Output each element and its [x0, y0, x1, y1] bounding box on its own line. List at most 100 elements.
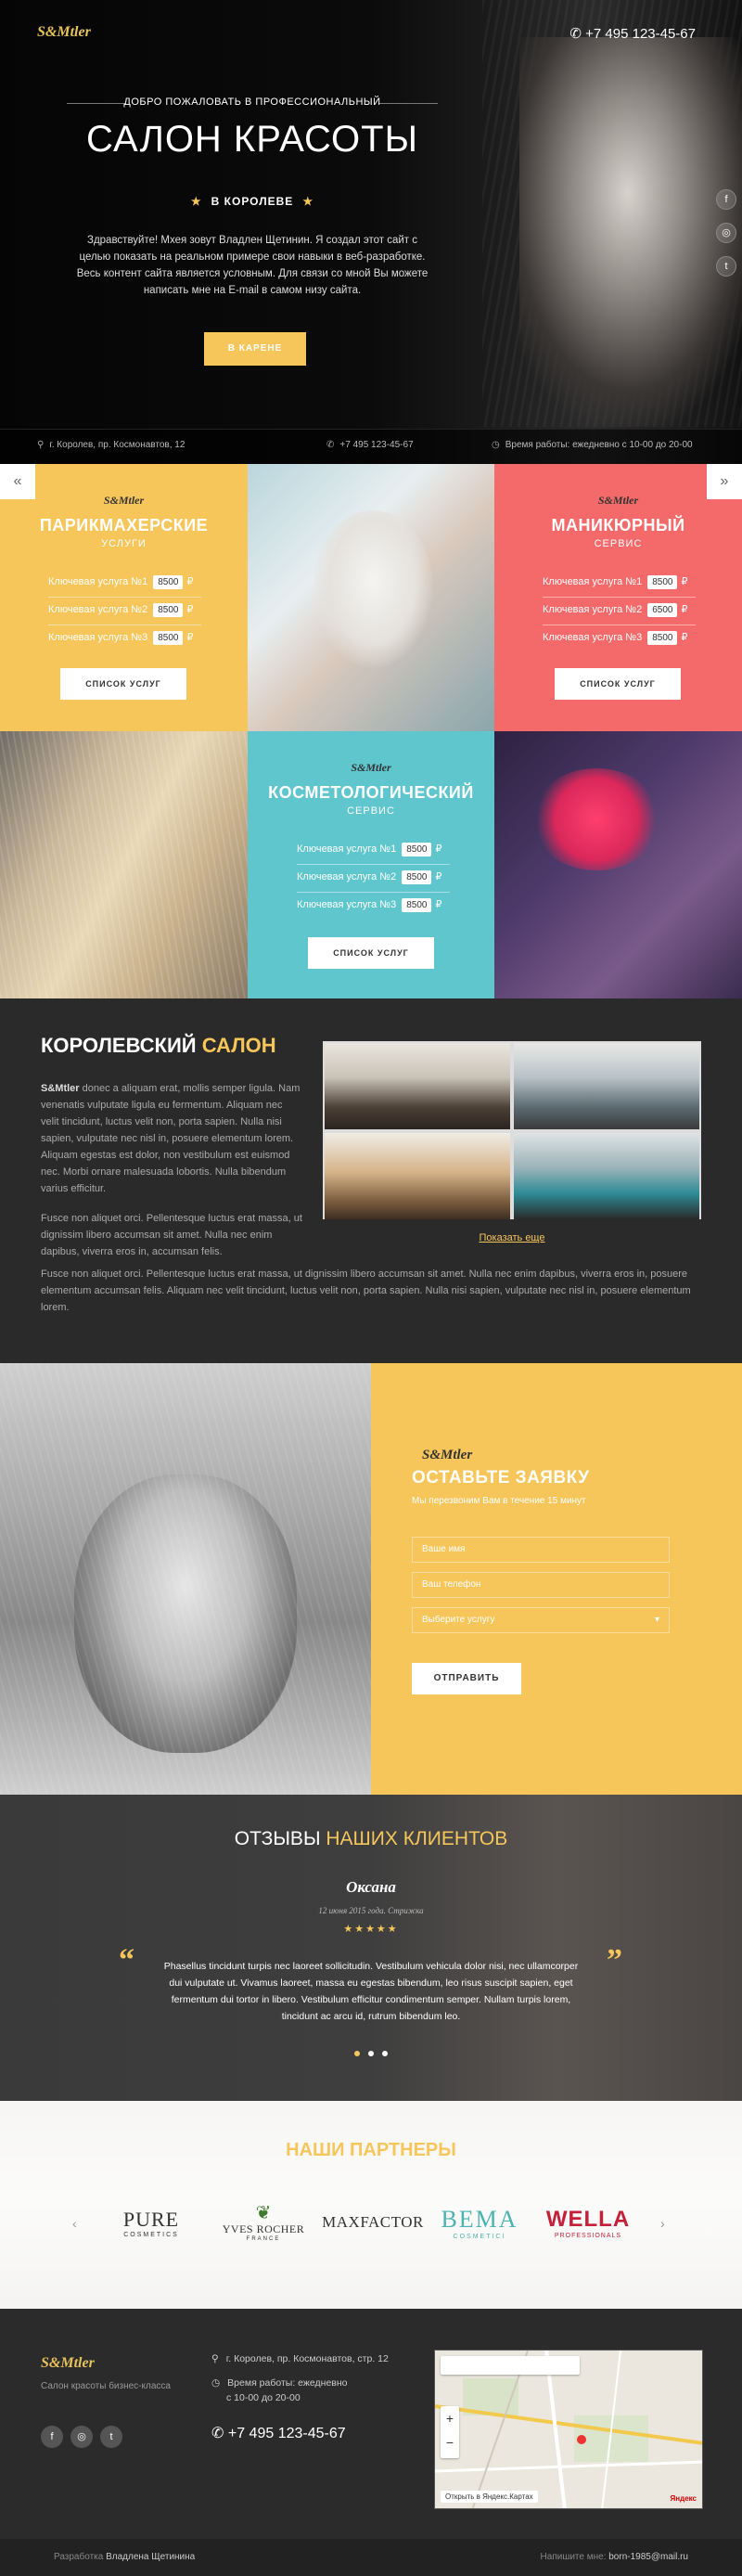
clock-icon: ◷ [211, 2377, 221, 2389]
service-price: 6500 [647, 603, 678, 617]
facebook-icon[interactable]: f [41, 2426, 63, 2448]
review-text: Phasellus tincidunt turpis nec laoreet s… [163, 1961, 579, 2022]
contact-email[interactable]: Напишите мне: born-1985@mail.ru [541, 2552, 688, 2562]
cosmetic-services-button[interactable]: СПИСОК УСЛУГ [308, 937, 434, 969]
hero-intro: Здравствуйте! Мхея зовут Владлен Щетинин… [76, 235, 429, 296]
gallery [323, 1041, 701, 1219]
hero-title: САЛОН КРАСОТЫ [86, 119, 418, 160]
service-price: 8500 [153, 631, 184, 645]
hair-texture [0, 731, 248, 998]
quote-close-icon: ” [607, 1943, 622, 1977]
order-logo: S&Mtler [422, 1448, 473, 1462]
service-label: Ключевая услуга №1 [48, 576, 148, 587]
partner-maxfactor-logo[interactable]: MAXFACTOR [319, 2190, 427, 2255]
service-label: Ключевая услуга №1 [297, 844, 397, 855]
hair-title: ПАРИКМАХЕРСКИЕ [39, 516, 209, 535]
currency: ₽ [681, 604, 688, 615]
gallery-photo[interactable] [514, 1133, 699, 1219]
footer-phone-number: +7 495 123-45-67 [227, 2426, 346, 2441]
currency: ₽ [186, 632, 194, 643]
bar-phone-text: +7 495 123-45-67 [339, 440, 414, 450]
partner-wella-logo[interactable]: WELLA PROFESSIONALS [536, 2190, 640, 2255]
header-phone[interactable]: ✆ +7 495 123-45-67 [569, 25, 696, 42]
map-open-link[interactable]: Открыть в Яндекс.Картах [441, 2491, 538, 2503]
hair-photo [0, 731, 248, 998]
gallery-photo[interactable] [514, 1043, 699, 1129]
footer-logo[interactable]: S&Mtler [41, 2355, 95, 2372]
service-price: 8500 [402, 870, 432, 884]
nails-services-button[interactable]: СПИСОК УСЛУГ [555, 668, 681, 700]
leaf-icon: ❦ [255, 2202, 272, 2223]
logo[interactable]: S&Mtler [37, 24, 91, 41]
partner-bema-logo[interactable]: BEMA COSMETICI [429, 2190, 531, 2255]
salon-title-accent: САЛОН [201, 1034, 276, 1057]
developer-credit: Разработка Владлена Щетинина [54, 2552, 195, 2562]
twitter-icon[interactable]: t [716, 256, 736, 277]
map-toolbar[interactable] [441, 2356, 580, 2375]
email-label: Напишите мне: [540, 2552, 609, 2562]
phone-input[interactable]: Ваш телефон [412, 1572, 670, 1598]
yandex-map[interactable]: + − Открыть в Яндекс.Картах Яндекс [434, 2350, 703, 2509]
pure-text: PURE [122, 2207, 180, 2231]
service-row: Ключевая услуга №2 8500 ₽ [297, 870, 464, 884]
gallery-photo[interactable] [325, 1043, 510, 1129]
twitter-icon[interactable]: t [100, 2426, 122, 2448]
currency: ₽ [186, 604, 194, 615]
name-input[interactable]: Ваше имя [412, 1537, 670, 1563]
gallery-photo[interactable] [325, 1133, 510, 1219]
partner-yves-rocher-logo[interactable]: ❦ YVES ROCHER FRANCE [208, 2190, 319, 2255]
carousel-dot-active[interactable] [354, 2051, 360, 2056]
yves-text: YVES ROCHER [222, 2222, 305, 2235]
currency: ₽ [186, 576, 194, 587]
service-row: Ключевая услуга №3 8500 ₽ [543, 631, 710, 645]
wella-text: WELLA [545, 2206, 631, 2232]
currency: ₽ [681, 576, 688, 587]
service-row: Ключевая услуга №3 8500 ₽ [48, 631, 215, 645]
carousel-dot[interactable] [368, 2051, 374, 2056]
send-button[interactable]: ОТПРАВИТЬ [412, 1663, 521, 1694]
service-label: Ключевая услуга №3 [543, 632, 643, 643]
salon-paragraph-1: S&Mtler donec a aliquam erat, mollis sem… [41, 1080, 302, 1197]
phone-icon: ✆ [569, 26, 586, 42]
show-more-link[interactable]: Показать еще [323, 1232, 701, 1243]
carousel-dot[interactable] [382, 2051, 388, 2056]
bar-phone[interactable]: ✆ +7 495 123-45-67 [326, 440, 414, 450]
service-label: Ключевая услуга №3 [48, 632, 148, 643]
cta-button[interactable]: В КАРЕНЕ [204, 332, 306, 366]
footer-phone[interactable]: ✆ +7 495 123-45-67 [211, 2424, 346, 2442]
phone-icon: ✆ [326, 440, 335, 450]
service-select[interactable]: Выберите услугу ▾ [412, 1607, 670, 1633]
reviews-title-accent: НАШИХ КЛИЕНТОВ [326, 1828, 508, 1849]
tile-logo: S&Mtler [103, 494, 145, 507]
map-zoom-control[interactable]: + − [441, 2406, 459, 2458]
divider [297, 892, 450, 893]
tile-logo: S&Mtler [597, 494, 639, 507]
yves-wordmark: ❦ YVES ROCHER FRANCE [223, 2204, 305, 2242]
location-icon: ⚲ [211, 2353, 219, 2364]
nails-photo [494, 731, 742, 998]
footer-subtitle: Салон красоты бизнес-класса [41, 2381, 171, 2391]
pure-sub: COSMETICS [123, 2231, 179, 2238]
instagram-icon[interactable]: ◎ [716, 223, 736, 243]
star-icon: ★ [302, 195, 314, 208]
partners-prev-arrow[interactable]: ‹ [72, 2216, 77, 2231]
partners-next-arrow[interactable]: › [660, 2216, 665, 2231]
service-row: Ключевая услуга №1 8500 ₽ [297, 843, 464, 857]
review-author: Оксана [346, 1878, 396, 1896]
instagram-icon[interactable]: ◎ [70, 2426, 93, 2448]
salon-title: КОРОЛЕВСКИЙ САЛОН [41, 1034, 276, 1058]
hero-city-label: В КОРОЛЕВЕ [211, 195, 294, 208]
hair-subtitle: УСЛУГИ [101, 538, 147, 549]
facebook-icon[interactable]: f [716, 189, 736, 210]
service-label: Ключевая услуга №2 [48, 604, 148, 615]
bar-address: ⚲ г. Королев, пр. Космонавтов, 12 [37, 440, 185, 450]
service-select-value: Выберите услугу [422, 1615, 495, 1625]
service-row: Ключевая услуга №1 8500 ₽ [543, 575, 710, 589]
wella-sub: PROFESSIONALS [554, 2232, 622, 2239]
partner-pure-logo[interactable]: PURE COSMETICS [100, 2190, 202, 2255]
yves-sub: FRANCE [246, 2235, 281, 2242]
hero-photo [519, 37, 742, 427]
hair-services-button[interactable]: СПИСОК УСЛУГ [60, 668, 186, 700]
credit-name: Владлена Щетинина [106, 2552, 196, 2562]
bema-wordmark: BEMA COSMETICI [441, 2206, 518, 2240]
